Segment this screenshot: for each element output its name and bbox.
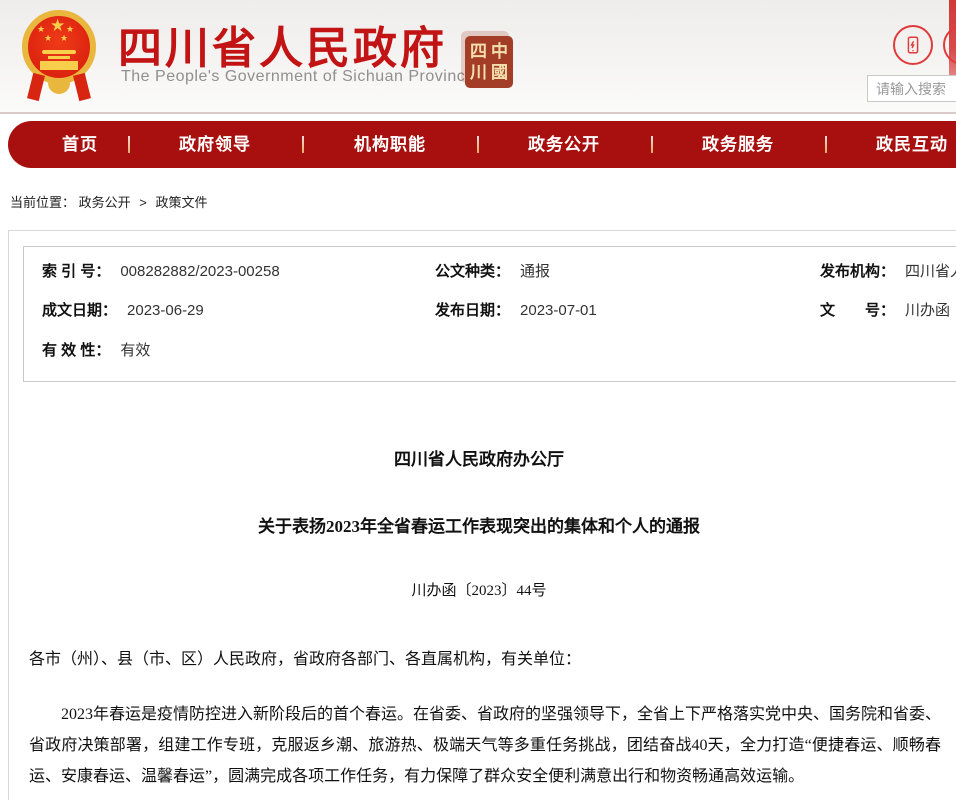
emblem-star-icon: ★ — [50, 17, 65, 34]
document-body: 四川省人民政府办公厅 关于表扬2023年全省春运工作表现突出的集体和个人的通报 … — [9, 231, 956, 800]
nav-item-home[interactable]: 首页 — [62, 121, 98, 168]
search-input[interactable] — [867, 75, 956, 102]
document-number: 川办函〔2023〕44号 — [29, 579, 929, 600]
emblem-star-icon: ★ — [44, 34, 52, 43]
mobile-phone-icon[interactable] — [893, 25, 933, 65]
document-issuer: 四川省人民政府办公厅 — [29, 445, 929, 470]
emblem-star-icon: ★ — [60, 34, 68, 43]
document-card: 索 引 号：008282882/2023-00258 公文种类：通报 发布机构：… — [8, 230, 956, 800]
site-header: ★ ★ ★ ★ ★ 四川省人民政府 The People's Governmen… — [0, 0, 956, 114]
breadcrumb-separator: > — [139, 195, 147, 210]
nav-item-organization[interactable]: 机构职能 — [354, 121, 426, 168]
nav-item-services[interactable]: 政务服务 — [702, 121, 774, 168]
emblem-gate-roof — [42, 50, 76, 54]
nav-divider — [651, 136, 653, 153]
document-title: 关于表扬2023年全省春运工作表现突出的集体和个人的通报 — [29, 512, 929, 537]
breadcrumb: 当前位置： 政务公开 > 政策文件 — [10, 192, 208, 211]
nav-item-info-disclosure[interactable]: 政务公开 — [528, 121, 600, 168]
emblem-ribbon-right — [73, 73, 91, 101]
emblem-gear-knot — [48, 80, 70, 94]
breadcrumb-link-section[interactable]: 政务公开 — [79, 195, 131, 210]
seal-row: 川國 — [470, 62, 512, 83]
nav-item-government-leaders[interactable]: 政府领导 — [179, 121, 251, 168]
breadcrumb-current[interactable]: 政策文件 — [156, 195, 208, 210]
page: ★ ★ ★ ★ ★ 四川省人民政府 The People's Governmen… — [0, 0, 956, 800]
site-title: 四川省人民政府 — [118, 12, 447, 76]
emblem-ribbon-left — [27, 73, 45, 101]
nav-item-interaction[interactable]: 政民互动 — [876, 121, 948, 168]
breadcrumb-prefix: 当前位置： — [10, 195, 75, 210]
nav-divider — [825, 136, 827, 153]
emblem-gate-mid — [48, 56, 70, 59]
emblem-gate-base — [40, 61, 78, 70]
seal-row: 四中 — [470, 41, 512, 62]
nav-divider — [128, 136, 130, 153]
document-paragraph: 2023年春运是疫情防控进入新阶段后的首个春运。在省委、省政府的坚强领导下，全省… — [29, 699, 941, 792]
nav-divider — [477, 136, 479, 153]
site-subtitle: The People's Government of Sichuan Provi… — [121, 68, 475, 86]
national-emblem-icon: ★ ★ ★ ★ ★ — [20, 8, 98, 104]
nav-divider — [302, 136, 304, 153]
document-salutation: 各市（州）、县（市、区）人民政府，省政府各部门、各直属机构，有关单位： — [29, 645, 941, 669]
main-nav: 首页 政府领导 机构职能 政务公开 政务服务 政民互动 — [8, 121, 956, 168]
china-sichuan-seal-icon: 四中 川國 — [465, 36, 513, 88]
